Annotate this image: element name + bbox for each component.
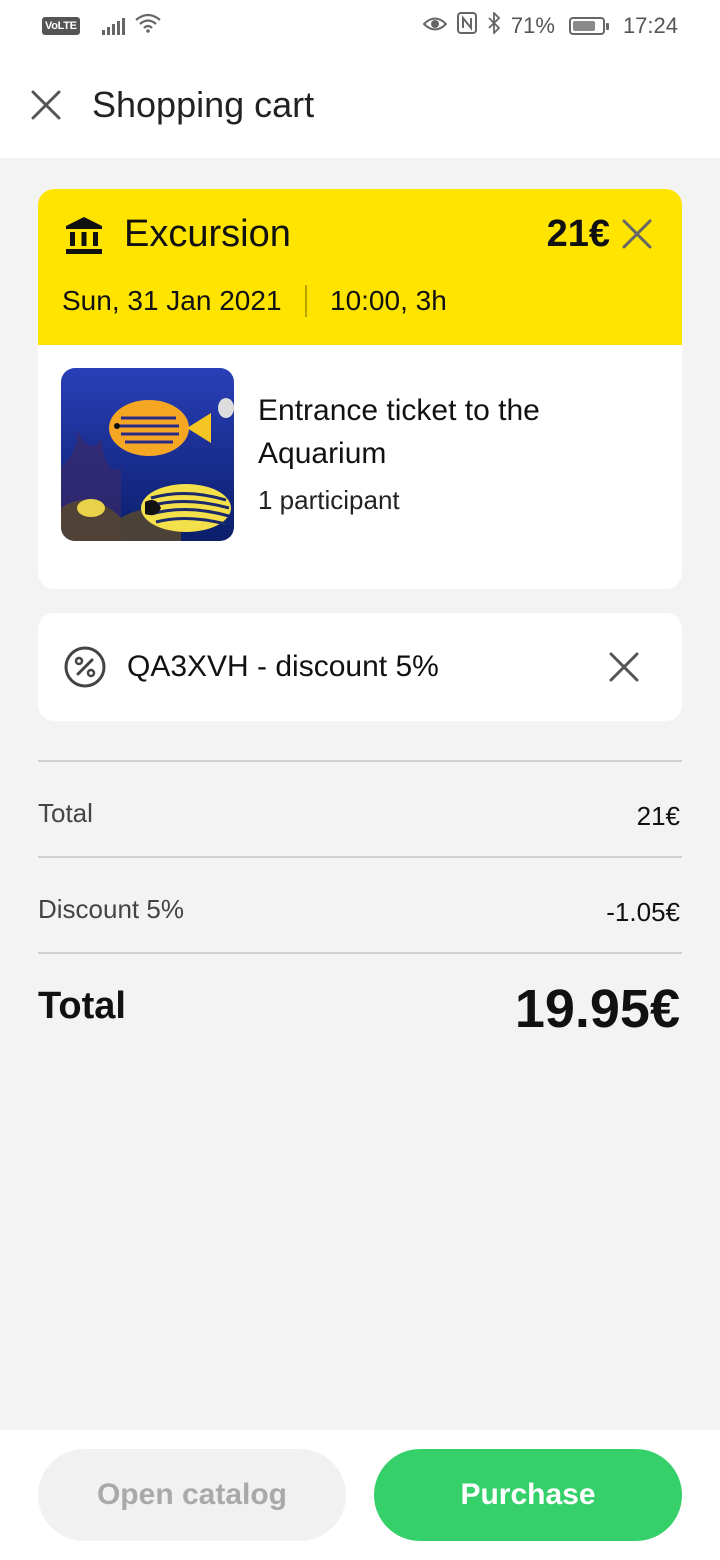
- app-bar: Shopping cart: [0, 52, 720, 158]
- item-title: Entrance ticket to the Aquarium: [258, 394, 540, 470]
- museum-icon: [64, 215, 104, 260]
- discount-code: QA3XVH - discount 5%: [127, 650, 439, 683]
- discount-card: QA3XVH - discount 5%: [38, 613, 682, 721]
- signal-icon: [101, 17, 125, 35]
- cart-item-card[interactable]: Excursion 21€ Sun, 31 Jan 2021 10:00, 3h: [38, 189, 682, 589]
- subtotal-label: Total: [38, 798, 93, 828]
- status-right: 71% 17:24: [422, 10, 678, 40]
- divider: [38, 952, 682, 954]
- status-left: VoLTE: [42, 13, 161, 39]
- percent-icon: [64, 646, 106, 693]
- remove-item-button[interactable]: [620, 217, 654, 251]
- divider: [38, 760, 682, 762]
- page-title: Shopping cart: [92, 84, 315, 125]
- close-icon: [622, 219, 652, 249]
- eye-icon: [422, 13, 448, 39]
- battery-icon: [568, 17, 609, 35]
- screen: VoLTE 71% 17:24 Shopping cart Excursion …: [0, 0, 720, 1560]
- cart-item-body: Entrance ticket to the Aquarium 1 partic…: [38, 345, 682, 589]
- item-date: Sun, 31 Jan 2021: [62, 285, 282, 316]
- item-participants: 1 participant: [258, 485, 400, 515]
- item-type-label: Excursion: [124, 213, 291, 255]
- date-time-divider: [305, 285, 307, 317]
- remove-discount-button[interactable]: [608, 651, 640, 683]
- item-price: 21€: [546, 213, 610, 255]
- open-catalog-button[interactable]: Open catalog: [38, 1449, 346, 1541]
- cart-item-header: Excursion 21€ Sun, 31 Jan 2021 10:00, 3h: [38, 189, 682, 345]
- discount-value: -1.05€: [606, 897, 680, 927]
- close-button[interactable]: [16, 75, 76, 135]
- status-bar: VoLTE 71% 17:24: [0, 0, 720, 52]
- bottom-action-bar: Open catalog Purchase: [0, 1430, 720, 1560]
- wifi-icon: [134, 13, 161, 39]
- battery-percent: 71%: [510, 13, 555, 38]
- discount-label: Discount 5%: [38, 894, 184, 924]
- subtotal-value: 21€: [636, 801, 680, 831]
- purchase-button[interactable]: Purchase: [374, 1449, 682, 1541]
- divider: [38, 856, 682, 858]
- total-value: 19.95€: [514, 979, 680, 1039]
- volte-badge: VoLTE: [42, 17, 80, 35]
- nfc-icon: [456, 12, 477, 40]
- total-label: Total: [38, 985, 126, 1027]
- close-icon: [609, 652, 639, 682]
- bluetooth-icon: [487, 10, 501, 40]
- item-time: 10:00, 3h: [330, 285, 447, 316]
- close-icon: [31, 90, 61, 120]
- item-thumbnail: [61, 368, 234, 541]
- clock: 17:24: [622, 13, 678, 38]
